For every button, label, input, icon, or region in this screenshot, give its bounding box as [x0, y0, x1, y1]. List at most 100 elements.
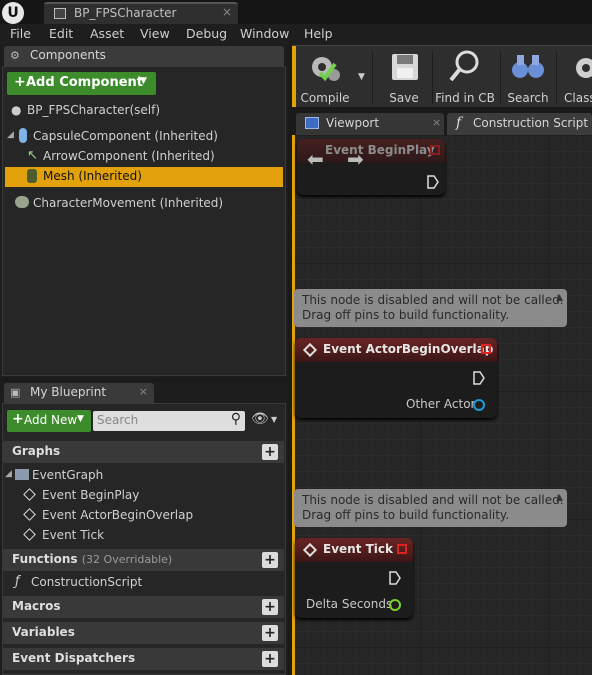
close-tab-icon[interactable]: ×	[222, 5, 232, 19]
comment-line: This node is disabled and will not be ca…	[302, 293, 564, 307]
graphs-label: Graphs	[12, 444, 61, 458]
collapse-arrow-icon[interactable]: ◢	[5, 469, 12, 479]
functions-section-header[interactable]: Functions (32 Overridable) +	[3, 549, 284, 571]
menu-debug[interactable]: Debug	[186, 26, 227, 41]
add-graph-button[interactable]: +	[262, 444, 278, 460]
close-tab-icon[interactable]: ×	[139, 385, 148, 398]
save-button[interactable]: Save	[378, 46, 430, 108]
pin-comment-icon[interactable]: ▲	[556, 291, 563, 306]
movement-icon	[15, 196, 29, 208]
collapse-arrow-icon[interactable]: ◢	[7, 130, 14, 140]
tab-viewport[interactable]: Viewport ×	[296, 113, 444, 135]
search-icon[interactable]: ⚲	[231, 411, 241, 427]
graph-item-tick[interactable]: Event Tick	[3, 526, 284, 546]
node-header: Event Tick	[295, 538, 413, 562]
components-body: + Add Component ▼ ● BP_FPSCharacter(self…	[2, 66, 286, 376]
add-component-button[interactable]: + Add Component ▼	[7, 72, 156, 95]
find-in-cb-label: Find in CB	[435, 91, 495, 105]
compile-button[interactable]: Compile	[298, 46, 352, 108]
delegate-pin-icon[interactable]	[430, 145, 440, 155]
search-placeholder: Search	[97, 413, 139, 427]
gear-icon	[576, 58, 592, 78]
graphs-section-header[interactable]: Graphs +	[3, 441, 284, 463]
search-button[interactable]: Search	[502, 46, 554, 108]
my-blueprint-tab[interactable]: ▣ My Blueprint ×	[4, 383, 154, 403]
add-macro-button[interactable]: +	[262, 599, 278, 615]
compile-options-chevron-icon[interactable]: ▼	[358, 72, 365, 82]
exec-out-pin-icon[interactable]	[473, 371, 485, 385]
chevron-down-icon[interactable]: ▼	[271, 415, 277, 424]
comment-line: This node is disabled and will not be ca…	[302, 493, 564, 507]
event-diamond-icon	[302, 342, 318, 358]
add-variable-button[interactable]: +	[262, 625, 278, 641]
node-event-actorbeginoverlap[interactable]: Event ActorBeginOverlap Other Actor	[295, 338, 497, 418]
add-dispatcher-button[interactable]: +	[262, 651, 278, 667]
unreal-logo-icon[interactable]: U	[2, 2, 24, 24]
title-bar: U BP_FPSCharacter ×	[0, 0, 592, 24]
components-tab[interactable]: ⚙ Components	[4, 46, 284, 66]
class-label: Class	[564, 91, 592, 105]
graph-item-beginoverlap[interactable]: Event ActorBeginOverlap	[3, 506, 284, 526]
blueprint-icon: ▣	[10, 386, 21, 399]
node-title: Event ActorBeginOverlap	[323, 342, 494, 356]
tree-item-capsule[interactable]: ◢ CapsuleComponent (Inherited)	[5, 127, 283, 147]
node-event-tick[interactable]: Event Tick Delta Seconds	[295, 538, 413, 618]
delegate-pin-icon[interactable]	[397, 544, 407, 554]
menu-view[interactable]: View	[140, 26, 170, 41]
my-blueprint-tab-label: My Blueprint	[30, 385, 107, 399]
menu-asset[interactable]: Asset	[90, 26, 124, 41]
variables-section-header[interactable]: Variables +	[3, 622, 284, 644]
graph-item-beginplay[interactable]: Event BeginPlay	[3, 486, 284, 506]
menu-window[interactable]: Window	[240, 26, 289, 41]
compile-label: Compile	[300, 91, 350, 105]
float-pin-icon[interactable]	[389, 599, 401, 611]
dispatchers-section-header[interactable]: Event Dispatchers +	[3, 648, 284, 670]
tree-item-label: BP_FPSCharacter(self)	[27, 103, 161, 117]
close-tab-icon[interactable]: ×	[432, 116, 441, 129]
menu-edit[interactable]: Edit	[49, 26, 73, 41]
graph-item-label: Event ActorBeginOverlap	[42, 508, 194, 522]
function-item-label: ConstructionScript	[31, 575, 143, 589]
pin-comment-icon[interactable]: ▲	[556, 491, 563, 506]
graph-item-eventgraph[interactable]: ◢ EventGraph	[3, 466, 284, 486]
node-event-beginplay[interactable]: Event BeginPlay ⬅ ➡	[297, 139, 445, 195]
find-in-cb-button[interactable]: Find in CB	[434, 46, 496, 108]
object-pin-icon[interactable]	[473, 399, 485, 411]
chevron-down-icon: ▼	[77, 414, 84, 424]
toolbar-grip	[292, 46, 296, 108]
class-settings-button[interactable]: Class	[560, 46, 592, 108]
event-diamond-icon	[23, 488, 36, 501]
plus-icon: +	[14, 74, 26, 90]
tab-construction-script[interactable]: f Construction Script	[447, 113, 592, 135]
add-new-button[interactable]: + Add New ▼	[7, 410, 91, 432]
exec-out-pin-icon[interactable]	[427, 175, 439, 189]
compile-icon	[312, 57, 340, 82]
tree-item-movement[interactable]: CharacterMovement (Inherited)	[5, 194, 283, 214]
graph-item-label: EventGraph	[32, 468, 104, 482]
capsule-icon	[19, 128, 27, 143]
function-item-constructionscript[interactable]: ƒ ConstructionScript	[3, 573, 284, 593]
add-function-button[interactable]: +	[262, 552, 278, 568]
comment-line: Drag off pins to build functionality.	[302, 508, 510, 522]
disabled-node-comment: This node is disabled and will not be ca…	[294, 489, 567, 527]
tree-item-self[interactable]: ● BP_FPSCharacter(self)	[5, 101, 283, 121]
menu-file[interactable]: File	[10, 26, 31, 41]
search-input[interactable]: Search ⚲	[93, 411, 245, 431]
delegate-pin-icon[interactable]	[481, 344, 491, 354]
exec-out-pin-icon[interactable]	[389, 571, 401, 585]
tree-item-arrow[interactable]: ↖ ArrowComponent (Inherited)	[5, 147, 283, 167]
menu-help[interactable]: Help	[304, 26, 333, 41]
graph-item-label: Event BeginPlay	[42, 488, 140, 502]
event-graph-canvas[interactable]: Event BeginPlay ⬅ ➡ This node is disable…	[292, 135, 592, 675]
variables-label: Variables	[12, 625, 75, 639]
arrow-icon: ↖	[27, 148, 38, 163]
add-component-label: Add Component	[26, 75, 143, 90]
function-icon: f	[456, 115, 462, 131]
macros-section-header[interactable]: Macros +	[3, 596, 284, 618]
document-tab[interactable]: BP_FPSCharacter ×	[44, 2, 238, 24]
dispatchers-label: Event Dispatchers	[12, 651, 136, 665]
tree-item-label: CharacterMovement (Inherited)	[33, 196, 224, 210]
eye-icon[interactable]: 👁	[251, 411, 269, 427]
tree-item-mesh[interactable]: Mesh (Inherited)	[5, 167, 283, 187]
event-diamond-icon	[302, 542, 318, 558]
